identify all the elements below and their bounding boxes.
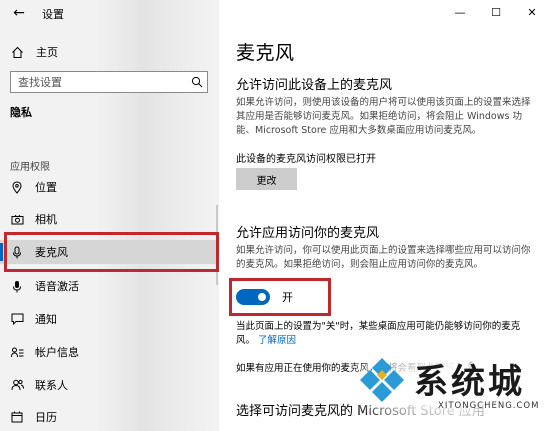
- search-input[interactable]: 查找设置: [10, 71, 208, 93]
- maximize-icon[interactable]: ☐: [478, 0, 514, 24]
- sidebar-item-home[interactable]: 主页: [10, 42, 58, 62]
- title-bar: ← 设置: [0, 0, 219, 26]
- camera-icon: [10, 212, 24, 226]
- notification-icon: [10, 312, 24, 326]
- sidebar-item-notifications[interactable]: 通知: [0, 307, 219, 331]
- sidebar-item-microphone[interactable]: 麦克风: [0, 240, 219, 264]
- home-icon: [10, 45, 24, 59]
- account-info-icon: [10, 345, 24, 359]
- contacts-icon: [10, 378, 24, 392]
- sidebar-item-label: 麦克风: [35, 246, 68, 259]
- minimize-icon[interactable]: —: [442, 0, 478, 24]
- change-button[interactable]: 更改: [236, 168, 297, 190]
- sidebar-item-label: 语音激活: [35, 280, 79, 293]
- watermark-subtext: XITONGCHENG.COM: [438, 401, 540, 411]
- toggle-knob: [258, 293, 266, 301]
- section-privacy-heading: 隐私: [10, 106, 32, 119]
- microphone-icon: [10, 245, 24, 259]
- watermark-text: 系统城: [414, 362, 525, 402]
- sidebar-item-label: 相机: [35, 213, 57, 226]
- search-placeholder: 查找设置: [18, 76, 62, 89]
- back-arrow-icon[interactable]: ←: [10, 4, 28, 22]
- sidebar-item-label: 位置: [35, 181, 57, 194]
- section-app-access-description: 如果允许访问，你可以使用此页面上的设置来选择哪些应用可以访问你的麦克风。如果拒绝…: [236, 245, 531, 270]
- desktop-apps-note: 当此页面上的设置为"关"时，某些桌面应用可能仍能够访问你的麦克风。 了解原因: [236, 320, 536, 348]
- sidebar-item-voice-activation[interactable]: 语音激活: [0, 274, 219, 298]
- home-label: 主页: [36, 46, 58, 59]
- sidebar-item-camera[interactable]: 相机: [0, 207, 219, 231]
- location-icon: [10, 180, 24, 194]
- sidebar-item-label: 日历: [35, 411, 57, 424]
- section-device-access-heading: 允许访问此设备上的麦克风: [236, 78, 393, 93]
- sidebar-item-label: 帐户信息: [35, 346, 79, 359]
- page-title: 麦克风: [236, 42, 295, 64]
- sidebar-item-label: 通知: [35, 313, 57, 326]
- sidebar: ← 设置 主页 查找设置 隐私 应用权限 位置 相机 麦克风 语音激活 通知 帐…: [0, 0, 219, 431]
- window-title: 设置: [42, 8, 64, 21]
- section-app-permissions-heading: 应用权限: [10, 162, 50, 173]
- toggle-state-label: 开: [282, 291, 293, 304]
- watermark-logo-icon: [360, 358, 404, 402]
- sidebar-item-contacts[interactable]: 联系人: [0, 373, 219, 397]
- app-access-toggle[interactable]: [236, 289, 270, 305]
- sidebar-item-calendar[interactable]: 日历: [0, 405, 219, 429]
- section-app-access-heading: 允许应用访问你的麦克风: [236, 226, 380, 241]
- learn-why-link[interactable]: 了解原因: [258, 335, 296, 346]
- calendar-icon: [10, 410, 24, 424]
- close-icon[interactable]: ✕: [514, 0, 550, 24]
- app-access-toggle-row: 开: [236, 289, 293, 305]
- sidebar-item-location[interactable]: 位置: [0, 175, 219, 199]
- sidebar-item-account-info[interactable]: 帐户信息: [0, 340, 219, 364]
- sidebar-item-label: 联系人: [35, 379, 68, 392]
- sidebar-scrollbar[interactable]: [216, 205, 218, 285]
- search-icon[interactable]: [187, 72, 207, 92]
- device-access-status: 此设备的麦克风访问权限已打开: [236, 154, 376, 165]
- section-device-access-description: 如果允许访问，则使用该设备的用户将可以使用该页面上的设置来选择其应用是否能够访问…: [236, 97, 531, 136]
- voice-activation-icon: [10, 279, 24, 293]
- window-controls: — ☐ ✕: [442, 0, 550, 24]
